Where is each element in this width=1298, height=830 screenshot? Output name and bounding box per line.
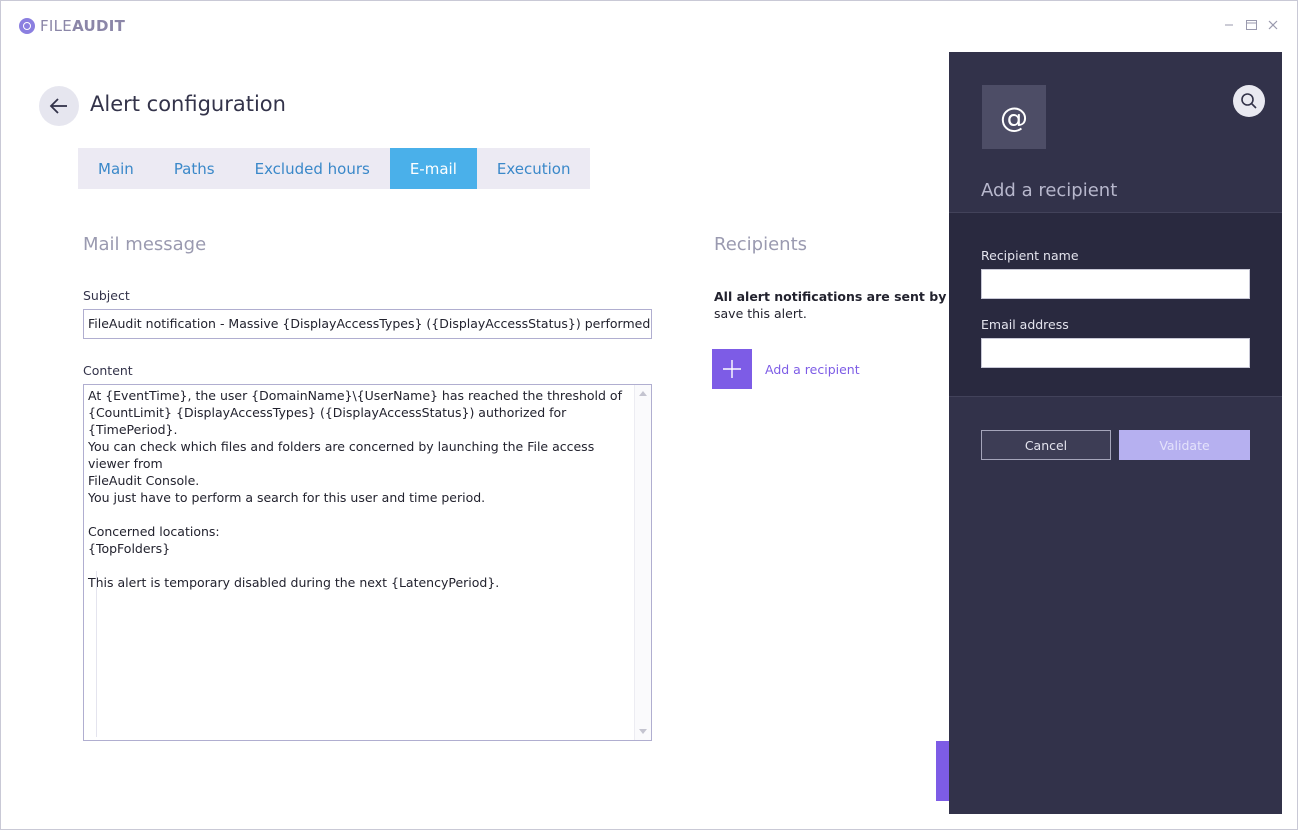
minimize-icon[interactable] [1223,19,1235,31]
recipients-note: All alert notifications are sent by emai… [714,288,954,322]
text-cursor-line [96,571,97,737]
email-address-label: Email address [981,317,1069,332]
tab-email[interactable]: E-mail [389,148,477,189]
search-icon[interactable] [1233,85,1265,117]
scroll-up-icon[interactable] [639,391,647,396]
recipient-form: Recipient name Email address [949,212,1282,397]
content-textarea[interactable]: At {EventTime}, the user {DomainName}\{U… [83,384,652,741]
app-name: FILEAUDIT [40,17,125,35]
close-icon[interactable] [1267,19,1279,31]
recipients-heading: Recipients [714,234,808,255]
arrow-left-icon [49,98,67,114]
content-text: At {EventTime}, the user {DomainName}\{U… [88,388,622,590]
subject-input[interactable]: FileAudit notification - Massive {Displa… [83,309,652,339]
tab-excluded-hours[interactable]: Excluded hours [235,148,390,189]
subject-label: Subject [83,288,130,303]
tab-bar: Main Paths Excluded hours E-mail Executi… [78,148,591,189]
at-sign-icon: @ [982,85,1046,149]
email-address-input[interactable] [981,338,1250,368]
app-window: FILEAUDIT Alert configuration Main Paths… [0,0,1298,830]
tab-execution[interactable]: Execution [477,148,591,189]
recipient-name-label: Recipient name [981,248,1079,263]
cancel-button[interactable]: Cancel [981,430,1111,460]
obscured-save-button[interactable] [936,741,950,801]
validate-button[interactable]: Validate [1119,430,1250,460]
add-recipient-label[interactable]: Add a recipient [765,362,860,377]
mail-message-heading: Mail message [83,234,207,255]
maximize-icon[interactable] [1245,19,1257,31]
add-recipient-button[interactable]: Add a recipient [712,349,860,389]
app-name-suffix: AUDIT [72,17,126,35]
tab-paths[interactable]: Paths [154,148,235,189]
fileaudit-logo-icon [19,18,35,34]
recipients-note-rest: save this alert. [714,306,807,321]
window-controls [1223,19,1279,31]
back-button[interactable] [39,86,79,126]
content-scrollbar[interactable] [634,385,651,740]
tab-main[interactable]: Main [78,148,154,189]
scroll-down-icon[interactable] [639,729,647,734]
app-name-prefix: FILE [40,17,73,35]
page-title: Alert configuration [90,92,286,116]
plus-icon[interactable] [712,349,752,389]
recipients-note-bold: All alert notifications are sent by emai [714,289,954,304]
title-bar: FILEAUDIT [1,1,1297,45]
content-label: Content [83,363,133,378]
recipient-name-input[interactable] [981,269,1250,299]
app-logo: FILEAUDIT [19,17,125,35]
add-recipient-panel: @ Add a recipient Recipient name Email a… [949,52,1282,814]
panel-title: Add a recipient [981,180,1118,201]
